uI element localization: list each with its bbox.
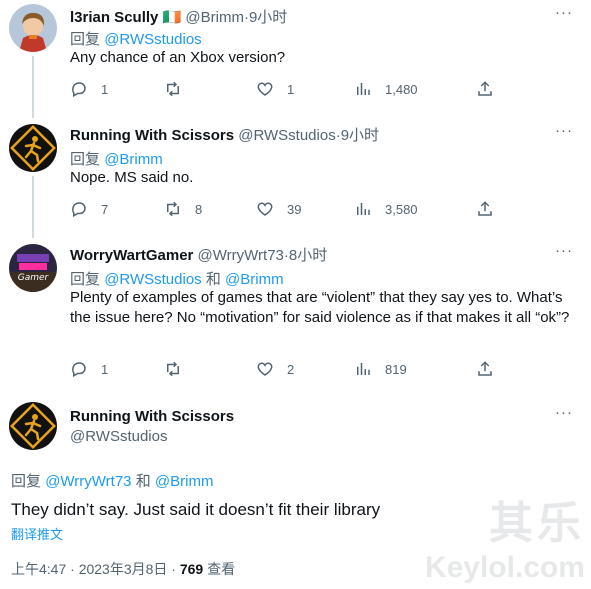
like-button[interactable]: 1	[256, 80, 297, 98]
author-name[interactable]: WorryWartGamer	[70, 247, 193, 264]
tweet-text: Any chance of an Xbox version?	[70, 49, 286, 66]
author-name[interactable]: Running With Scissors	[70, 127, 234, 144]
retweet-button[interactable]	[164, 80, 205, 98]
reply-button[interactable]: 1	[70, 80, 111, 98]
replying-to: 回复 @WrryWrt73 和 @Brimm	[11, 473, 214, 490]
translate-tweet-link[interactable]: 翻译推文	[11, 524, 63, 543]
share-button[interactable]	[476, 360, 507, 378]
flag-emoji: 🇮🇪	[162, 9, 182, 26]
mention-link[interactable]: @RWSstudios	[104, 271, 201, 288]
tweet-header: WorryWartGamer @WrryWrt73·8小时	[70, 247, 328, 264]
reply-button[interactable]: 1	[70, 360, 111, 378]
retweet-button[interactable]: 8	[164, 200, 205, 218]
author-handle[interactable]: @Brimm	[185, 9, 244, 26]
thread-line	[32, 56, 34, 118]
retweet-button[interactable]	[164, 360, 205, 378]
mention-link[interactable]: @Brimm	[155, 473, 214, 490]
more-options-icon[interactable]: ···	[555, 4, 573, 21]
tweet-meta: 上午4:47 · 2023年3月8日 · 769 查看	[11, 559, 235, 579]
mention-link[interactable]: @WrryWrt73	[45, 473, 131, 490]
reply-icon	[72, 82, 86, 98]
views-button[interactable]: 3,580	[354, 200, 418, 218]
analytics-icon	[357, 83, 370, 95]
views-button[interactable]: 1,480	[354, 80, 418, 98]
tweet-header: Running With Scissors @RWSstudios·9小时	[70, 127, 380, 144]
views-button[interactable]: 819	[354, 360, 407, 378]
author-name[interactable]: l3rian Scully	[70, 9, 158, 26]
watermark-logo-text: 其乐	[489, 499, 585, 548]
mention-link[interactable]: @Brimm	[225, 271, 284, 288]
replying-to: 回复 @RWSstudios	[70, 31, 202, 48]
share-icon	[478, 201, 492, 216]
avatar[interactable]	[9, 124, 57, 172]
author-handle[interactable]: @RWSstudios	[238, 127, 335, 144]
tweet-time[interactable]: 9小时	[249, 9, 287, 26]
share-icon	[478, 81, 492, 96]
tweet-1[interactable]: l3rian Scully 🇮🇪 @Brimm·9小时 ··· 回复 @RWSs…	[0, 0, 591, 118]
heart-icon	[257, 82, 273, 96]
retweet-icon	[167, 361, 179, 377]
watermark-url: Keylol.com	[424, 551, 585, 584]
tweet-actions: 7 8 39 3,580	[70, 200, 500, 220]
author-handle[interactable]: @WrryWrt73	[198, 247, 284, 264]
replying-to: 回复 @RWSstudios 和 @Brimm	[70, 271, 284, 288]
avatar[interactable]	[9, 4, 57, 52]
avatar[interactable]: Gamer	[9, 244, 57, 292]
more-options-icon[interactable]: ···	[555, 404, 573, 421]
reply-icon	[72, 362, 86, 378]
tweet-actions: 1 1 1,480	[70, 80, 500, 100]
avatar[interactable]	[9, 402, 57, 450]
tweet-time[interactable]: 8小时	[289, 247, 327, 264]
author-name[interactable]: Running With Scissors	[70, 408, 234, 425]
like-button[interactable]: 39	[256, 200, 301, 218]
tweet-text: They didn’t say. Just said it doesn’t fi…	[11, 500, 381, 519]
share-icon	[478, 361, 492, 376]
more-options-icon[interactable]: ···	[555, 122, 573, 139]
timestamp[interactable]: 上午4:47 · 2023年3月8日 ·	[11, 561, 176, 577]
more-options-icon[interactable]: ···	[555, 242, 573, 259]
tweet-text: Plenty of examples of games that are “vi…	[70, 289, 570, 326]
analytics-icon	[357, 363, 370, 375]
tweet-time[interactable]: 9小时	[341, 127, 379, 144]
author-handle[interactable]: @RWSstudios	[70, 428, 167, 445]
tweet-header: l3rian Scully 🇮🇪 @Brimm·9小时	[70, 9, 288, 26]
analytics-icon	[357, 203, 370, 215]
tweet-3[interactable]: Gamer WorryWartGamer @WrryWrt73·8小时 ··· …	[0, 238, 591, 398]
tweet-2[interactable]: Running With Scissors @RWSstudios·9小时 ··…	[0, 118, 591, 238]
share-button[interactable]	[476, 80, 507, 98]
retweet-icon	[167, 81, 179, 97]
heart-icon	[257, 362, 273, 376]
watermark: 其乐 Keylol.com	[425, 487, 585, 585]
reply-icon	[72, 202, 86, 218]
thread-line	[32, 176, 34, 238]
like-button[interactable]: 2	[256, 360, 297, 378]
reply-button[interactable]: 7	[70, 200, 111, 218]
share-button[interactable]	[476, 200, 507, 218]
mention-link[interactable]: @RWSstudios	[104, 31, 201, 48]
retweet-icon	[167, 201, 179, 217]
svg-text:Gamer: Gamer	[18, 273, 50, 283]
tweet-actions: 1 2 819	[70, 360, 500, 380]
heart-icon	[257, 202, 273, 216]
views-label: 查看	[207, 561, 236, 577]
replying-to: 回复 @Brimm	[70, 151, 163, 168]
tweet-text: Nope. MS said no.	[70, 169, 194, 186]
mention-link[interactable]: @Brimm	[104, 151, 163, 168]
views-count: 769	[179, 561, 204, 577]
